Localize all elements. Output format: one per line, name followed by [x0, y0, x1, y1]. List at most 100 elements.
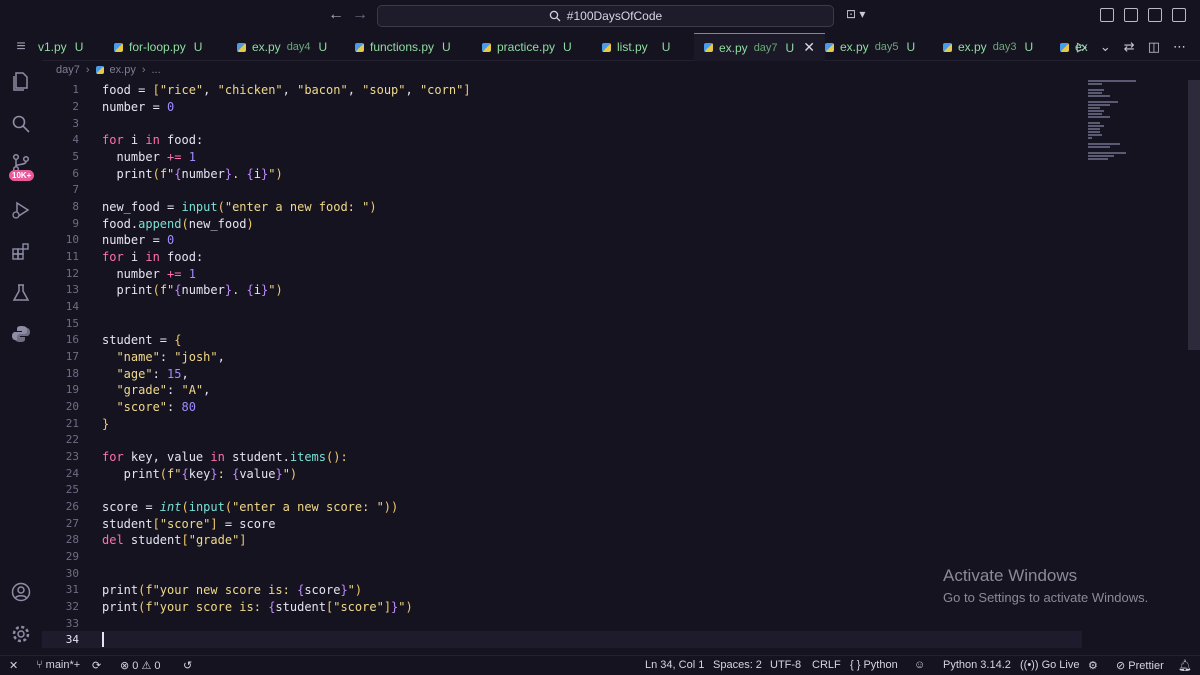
search-icon[interactable] — [9, 112, 33, 136]
python-file-icon — [237, 42, 246, 52]
run-icon[interactable]: ▷ — [1077, 39, 1087, 55]
vertical-scrollbar[interactable] — [1188, 80, 1200, 350]
toggle-sidebar-icon[interactable] — [1124, 8, 1138, 22]
code-line: 15 — [42, 315, 1082, 332]
python-interpreter[interactable]: Python 3.14.2 — [943, 659, 1011, 671]
go-live-button[interactable]: ((•)) Go Live — [1020, 659, 1079, 671]
tab-for-loop[interactable]: for-loop.py U — [114, 33, 202, 61]
code-line: 8 new_food = input("enter a new food: ") — [42, 198, 1082, 215]
toggle-panel-icon[interactable] — [1148, 8, 1162, 22]
more-actions-icon[interactable]: ⋯ — [1173, 39, 1186, 55]
text-cursor — [102, 632, 104, 647]
layout-controls — [1100, 8, 1186, 22]
line-number: 4 — [72, 133, 79, 146]
line-number: 32 — [65, 600, 79, 613]
code-line: 22 — [42, 431, 1082, 448]
line-number: 28 — [65, 533, 79, 546]
tab-status: U — [1024, 40, 1034, 54]
notifications-icon[interactable]: 🔔︎ — [1178, 659, 1192, 672]
prettier-status[interactable]: ⊘ Prettier — [1116, 659, 1164, 672]
python-icon[interactable] — [9, 322, 33, 346]
line-number: 34 — [65, 633, 79, 646]
cursor-position[interactable]: Ln 34, Col 1 — [645, 659, 704, 671]
python-file-icon — [602, 42, 611, 52]
tab-ex-day5[interactable]: ex.py day5 U — [825, 33, 915, 61]
tab-label: for-loop.py — [129, 40, 186, 54]
close-icon[interactable]: ✕ — [803, 39, 815, 56]
customize-layout-icon[interactable] — [1100, 8, 1114, 22]
code-editor[interactable]: 1 food = ["rice", "chicken", "bacon", "so… — [42, 80, 1082, 655]
code-line: 17 "name": "josh", — [42, 348, 1082, 365]
tab-dir: day4 — [286, 41, 311, 53]
arrow-left-icon[interactable]: ← — [328, 6, 344, 24]
tab-dir: day5 — [874, 41, 899, 53]
menu-icon[interactable]: ≡ — [9, 35, 33, 59]
python-file-icon — [355, 42, 364, 52]
tab-label: v1.py — [38, 40, 67, 54]
code-line: 16 student = { — [42, 331, 1082, 348]
line-number: 14 — [65, 300, 79, 313]
line-number: 13 — [65, 283, 79, 296]
code-line: 30 — [42, 565, 1082, 582]
line-number: 27 — [65, 517, 79, 530]
command-center-search[interactable]: #100DaysOfCode — [377, 5, 834, 27]
copilot-icon[interactable]: ⊡ ▾ — [846, 7, 865, 21]
remote-icon[interactable]: ✕ — [9, 659, 18, 672]
chevron-down-icon[interactable]: ⌄ — [1100, 39, 1111, 55]
tab-ex-day4[interactable]: ex.py day4 U — [237, 33, 327, 61]
code-line: 14 — [42, 298, 1082, 315]
code-line: 3 — [42, 115, 1082, 132]
breadcrumb-symbol[interactable]: ... — [152, 64, 161, 76]
tab-status: U — [906, 40, 916, 54]
tab-status: U — [661, 40, 671, 54]
code-line: 11 for i in food: — [42, 248, 1082, 265]
line-number: 12 — [65, 267, 79, 280]
breadcrumb-file[interactable]: ex.py — [110, 64, 136, 76]
code-line: 18 "age": 15, — [42, 365, 1082, 382]
breadcrumb-folder[interactable]: day7 — [56, 64, 80, 76]
settings-sync-icon[interactable]: ⚙ — [1088, 659, 1098, 672]
split-editor-icon[interactable]: ◫ — [1148, 39, 1160, 55]
tab-status: U — [563, 40, 572, 54]
tab-functions[interactable]: functions.py U — [355, 33, 451, 61]
tab-v1[interactable]: v1.py U — [38, 33, 83, 61]
code-text: for i in food: — [102, 249, 204, 264]
python-file-icon — [114, 42, 123, 52]
tab-list[interactable]: list.py U — [602, 33, 670, 61]
problems-status[interactable]: ⊗ 0 ⚠ 0 — [120, 659, 161, 672]
testing-icon[interactable] — [9, 281, 33, 305]
arrow-right-icon[interactable]: → — [352, 6, 368, 24]
minimap[interactable] — [1088, 80, 1148, 160]
encoding-status[interactable]: UTF-8 — [770, 659, 801, 671]
tab-ex-day3[interactable]: ex.py day3 U — [943, 33, 1033, 61]
code-line: 32 print(f"your score is: {student["score… — [42, 598, 1082, 615]
editor-tabs: v1.py U for-loop.py U ex.py day4 U funct… — [38, 33, 1200, 61]
status-bar: ✕ ⑂ main*+ ⟳ ⊗ 0 ⚠ 0 ↺ Ln 34, Col 1 Spac… — [0, 655, 1200, 675]
copilot-status-icon[interactable]: ☺ — [914, 659, 925, 671]
eol-status[interactable]: CRLF — [812, 659, 841, 671]
tab-practice[interactable]: practice.py U — [482, 33, 572, 61]
prettier-label: Prettier — [1128, 660, 1164, 672]
code-line: 6 print(f"{number}. {i}") — [42, 165, 1082, 182]
extensions-icon[interactable] — [9, 239, 33, 263]
language-mode[interactable]: { } Python — [850, 659, 898, 671]
code-text: "age": 15, — [116, 366, 189, 381]
account-icon[interactable] — [9, 580, 33, 604]
code-text: "grade": "A", — [116, 382, 211, 397]
line-number: 31 — [65, 583, 79, 596]
code-text: student = { — [102, 332, 182, 347]
run-debug-icon[interactable] — [9, 198, 33, 222]
toggle-secondary-sidebar-icon[interactable] — [1172, 8, 1186, 22]
branch-status[interactable]: ⑂ main*+ — [36, 659, 80, 671]
gear-icon[interactable] — [9, 622, 33, 646]
history-icon[interactable]: ↺ — [183, 659, 192, 672]
tab-ex-day7[interactable]: ex.py day7 U ✕ — [694, 33, 825, 61]
explorer-icon[interactable] — [9, 69, 33, 93]
line-number: 20 — [65, 400, 79, 413]
code-line: 23 for key, value in student.items(): — [42, 448, 1082, 465]
branch-name: main*+ — [45, 659, 81, 671]
compare-icon[interactable]: ⇄ — [1124, 39, 1135, 55]
tab-status: U — [785, 40, 795, 55]
indentation-status[interactable]: Spaces: 2 — [713, 659, 762, 671]
sync-icon[interactable]: ⟳ — [92, 659, 101, 672]
